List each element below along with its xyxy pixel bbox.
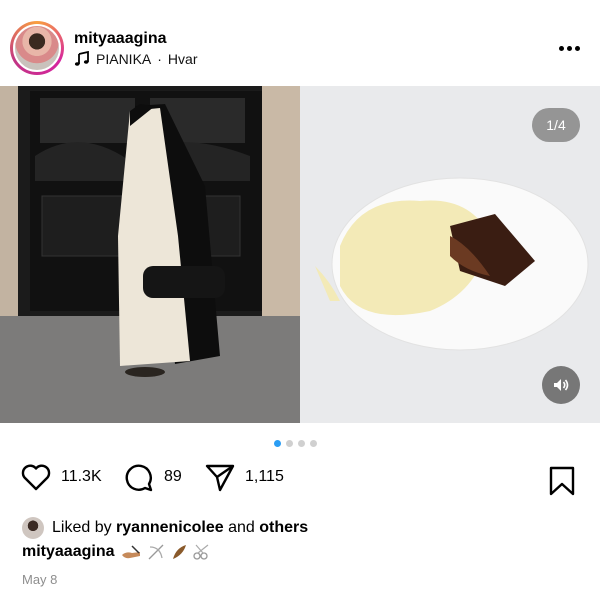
share-button[interactable]: 1,115: [204, 462, 284, 492]
bow-arrow-icon: [149, 544, 164, 560]
carousel-indicator: [274, 440, 317, 447]
bookmark-icon[interactable]: [548, 466, 576, 496]
liked-by-conj: and: [228, 519, 255, 536]
action-bar: 11.3K 89 1,115: [0, 462, 600, 502]
caption-username[interactable]: mityaaagina: [22, 543, 114, 561]
share-count[interactable]: 1,115: [245, 468, 284, 486]
carousel-dot: [286, 440, 293, 447]
post-media[interactable]: 1/4: [0, 86, 600, 423]
music-artist[interactable]: PIANIKA: [96, 51, 151, 67]
music-track[interactable]: Hvar: [168, 51, 198, 67]
carousel-dot: [298, 440, 305, 447]
like-button[interactable]: 11.3K: [20, 462, 102, 492]
caption: mityaaagina: [22, 543, 212, 561]
more-icon[interactable]: [555, 36, 583, 60]
comment-icon[interactable]: [123, 462, 155, 492]
liked-by-prefix: Liked by: [52, 519, 112, 536]
comment-count[interactable]: 89: [164, 468, 182, 486]
carousel-dot: [310, 440, 317, 447]
image-counter: 1/4: [532, 108, 580, 142]
liked-by-user[interactable]: ryannenicolee: [116, 519, 224, 536]
bookmark-button[interactable]: [548, 466, 576, 501]
music-note-icon: [74, 51, 89, 66]
like-count[interactable]: 11.3K: [61, 468, 102, 486]
story-ring[interactable]: [10, 21, 64, 75]
post-username[interactable]: mityaaagina: [74, 30, 166, 48]
share-icon[interactable]: [204, 462, 236, 492]
heart-icon[interactable]: [20, 462, 52, 492]
feather-icon: [173, 545, 187, 559]
post-date[interactable]: May 8: [22, 572, 57, 587]
liked-by: Liked by ryannenicolee and others: [22, 517, 308, 539]
fashion-photo: [0, 86, 300, 423]
post-header: mityaaagina PIANIKA · Hvar: [0, 0, 600, 86]
chocolate-photo: 1/4: [300, 86, 600, 423]
carousel-dot: [274, 440, 281, 447]
comment-button[interactable]: 89: [123, 462, 182, 492]
caption-emojis: [120, 543, 212, 561]
liker-avatar[interactable]: [22, 517, 44, 539]
music-separator: ·: [157, 51, 162, 67]
volume-icon[interactable]: [542, 366, 580, 404]
scissors-icon: [193, 544, 209, 560]
writing-hand-icon: [122, 545, 141, 559]
liked-by-others[interactable]: others: [259, 519, 308, 536]
music-info[interactable]: PIANIKA · Hvar: [74, 51, 197, 67]
avatar[interactable]: [13, 24, 61, 72]
